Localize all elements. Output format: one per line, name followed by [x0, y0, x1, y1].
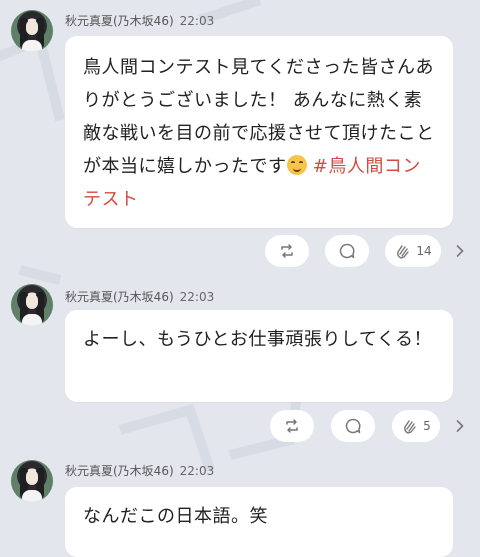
clap-count: 5 — [423, 419, 431, 433]
author-name: 秋元真夏(乃木坂46) — [65, 464, 174, 478]
comment-icon — [339, 243, 355, 259]
more-chevron[interactable] — [454, 410, 466, 442]
clap-icon — [404, 420, 416, 434]
post-meta: 秋元真夏(乃木坂46) 22:03 — [65, 288, 214, 305]
avatar[interactable] — [11, 284, 53, 326]
author-name: 秋元真夏(乃木坂46) — [65, 14, 174, 28]
message-bubble: よーし、もうひとお仕事頑張りしてくる！ — [65, 310, 453, 402]
repost-icon — [286, 419, 298, 433]
post-actions: 5 — [0, 410, 480, 442]
chevron-right-icon — [456, 420, 464, 432]
repost-button[interactable] — [270, 410, 314, 442]
avatar[interactable] — [11, 10, 53, 52]
post-actions: 14 — [0, 235, 480, 267]
repost-button[interactable] — [265, 235, 309, 267]
clap-icon — [397, 245, 410, 259]
timestamp: 22:03 — [179, 464, 215, 478]
timestamp: 22:03 — [179, 14, 215, 28]
message-bubble: 鳥人間コンテスト見てくださった皆さんありがとうございました！ あんなに熱く素敵な… — [65, 36, 453, 228]
timestamp: 22:03 — [179, 290, 215, 304]
avatar[interactable] — [11, 460, 53, 502]
post-meta: 秋元真夏(乃木坂46) 22:03 — [65, 12, 214, 29]
comment-button[interactable] — [325, 235, 369, 267]
comment-icon — [345, 418, 361, 434]
message-text: なんだこの日本語。笑 — [83, 506, 268, 527]
author-name: 秋元真夏(乃木坂46) — [65, 290, 174, 304]
message-bubble: なんだこの日本語。笑 — [65, 487, 453, 557]
chevron-right-icon — [456, 245, 464, 257]
message-text: よーし、もうひとお仕事頑張りしてくる！ — [83, 329, 432, 350]
clap-button[interactable]: 5 — [392, 410, 440, 442]
clap-count: 14 — [416, 244, 432, 258]
comment-button[interactable] — [331, 410, 375, 442]
smiling-face-icon — [286, 155, 307, 175]
post-meta: 秋元真夏(乃木坂46) 22:03 — [65, 462, 214, 479]
more-chevron[interactable] — [454, 235, 466, 267]
repost-icon — [281, 244, 293, 258]
clap-button[interactable]: 14 — [385, 235, 441, 267]
